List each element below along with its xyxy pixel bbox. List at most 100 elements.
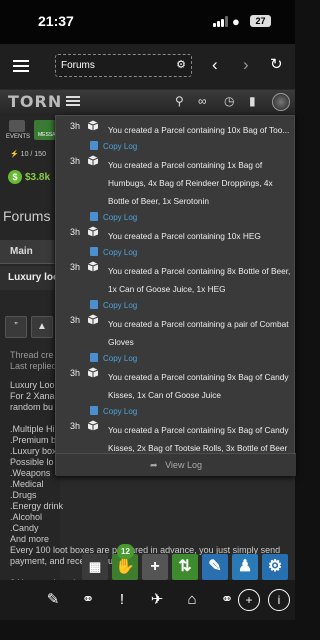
notification-line: Kisses, 1x Can of Goose Juice xyxy=(108,390,221,400)
notification-text: You created a Parcel containing 10x HEG xyxy=(108,227,292,245)
notification-text: You created a Parcel containing 8x Bottl… xyxy=(108,262,292,298)
dollar-icon: $ xyxy=(8,170,22,184)
gear-icon[interactable]: ⚙ xyxy=(176,55,186,76)
home-indicator xyxy=(0,620,295,640)
parcel-icon xyxy=(87,420,99,431)
search-icon[interactable]: ⚲ xyxy=(175,94,184,108)
copy-log-label: Copy Log xyxy=(103,301,138,310)
money-display[interactable]: $ $3.8k xyxy=(8,170,50,184)
wifi-icon: ● xyxy=(232,14,240,29)
copy-log-button[interactable]: Copy Log xyxy=(90,406,137,416)
parcel-icon xyxy=(87,226,99,237)
parcel-icon xyxy=(87,314,99,325)
energy-bar: ⚡ 10 / 150 xyxy=(10,151,46,158)
clock-icon[interactable]: ◷ xyxy=(224,94,234,108)
people-icon[interactable]: ♟ xyxy=(232,554,258,580)
copy-log-button[interactable]: Copy Log xyxy=(90,141,137,151)
settings-icon[interactable]: ⚙ xyxy=(262,554,288,580)
binoculars-icon[interactable]: ∞ xyxy=(198,94,207,108)
home-icon[interactable]: ⌂ xyxy=(181,589,203,611)
notification-line: Humbugs, 4x Bag of Reindeer Droppings, 4… xyxy=(108,178,273,188)
copy-log-button[interactable]: Copy Log xyxy=(90,212,137,222)
torn-menu-icon[interactable] xyxy=(66,96,80,107)
notification-popup: 3h You created a Parcel containing 10x Ba… xyxy=(55,115,296,476)
parcel-icon xyxy=(87,155,99,166)
globe-icon[interactable]: ⚭ xyxy=(77,589,99,611)
url-bar[interactable]: Forums ⚙ xyxy=(55,54,192,77)
copy-log-label: Copy Log xyxy=(103,354,138,363)
events-icon xyxy=(9,120,25,132)
tab-main[interactable]: Main xyxy=(0,240,60,264)
notification-time: 3h xyxy=(70,315,81,325)
globe-2-icon[interactable]: ⚭ xyxy=(216,589,238,611)
notification-line: You created a Parcel containing 10x HEG xyxy=(108,231,261,241)
copy-log-button[interactable]: Copy Log xyxy=(90,300,137,310)
notification-text: You created a Parcel containing 10x Bag … xyxy=(108,121,292,139)
forward-icon[interactable]: › xyxy=(243,56,249,74)
copy-log-button[interactable]: Copy Log xyxy=(90,247,137,257)
notification-time: 3h xyxy=(70,121,81,131)
torn-header: TORN ⚲ ∞ ◷ ▮ xyxy=(0,90,295,116)
view-log-button[interactable]: ➦ View Log xyxy=(56,453,296,476)
messages-label: MESSA xyxy=(38,132,56,138)
notification-time: 3h xyxy=(70,368,81,378)
notification-text: You created a Parcel containing 5x Bag o… xyxy=(108,421,292,457)
events-button[interactable]: EVENTS xyxy=(6,120,31,140)
plus-icon[interactable]: + xyxy=(142,554,168,580)
parcel-icon xyxy=(87,261,99,272)
messages-button[interactable]: MESSA xyxy=(34,120,56,140)
url-text: Forums xyxy=(61,60,95,71)
signal-icon xyxy=(213,16,229,27)
notification-line: 1x Can of Goose Juice, 1x HEG xyxy=(108,284,226,294)
back-icon[interactable]: ‹ xyxy=(212,56,218,74)
post-line: .Medical xyxy=(10,479,44,489)
energy-value: 10 / 150 xyxy=(20,151,46,158)
info-icon[interactable]: i xyxy=(268,589,290,611)
notification-line: You created a Parcel containing 5x Bag o… xyxy=(108,425,289,435)
battery-icon: 27 xyxy=(250,15,271,27)
clock: 21:37 xyxy=(38,13,74,29)
events-label: EVENTS xyxy=(6,134,31,140)
thread-title[interactable]: Luxury loo xyxy=(0,266,60,290)
post-line: .Candy xyxy=(10,523,39,533)
notification-line: You created a Parcel containing 8x Bottl… xyxy=(108,266,291,276)
add-circle-icon[interactable]: + xyxy=(238,589,260,611)
copy-log-label: Copy Log xyxy=(103,248,138,257)
notification-time: 3h xyxy=(70,262,81,272)
refresh-icon[interactable]: ⇅ xyxy=(172,554,198,580)
notification-text: You created a Parcel containing a pair o… xyxy=(108,315,292,351)
post-line: .Drugs xyxy=(10,490,37,500)
copy-icon xyxy=(90,247,98,256)
torn-logo[interactable]: TORN xyxy=(8,92,62,111)
menu-icon[interactable] xyxy=(13,60,29,73)
chat-icon[interactable]: ✎ xyxy=(42,589,64,611)
clipboard-icon[interactable]: ▮ xyxy=(249,94,256,108)
pencil-icon[interactable]: ✎ xyxy=(202,554,228,580)
notification-line: Bottle of Beer, 1x Serotonin xyxy=(108,196,210,206)
avatar[interactable] xyxy=(272,93,290,111)
notification-line: You created a Parcel containing 1x Bag o… xyxy=(108,160,263,170)
forums-heading: Forums xyxy=(3,208,51,224)
warning-icon[interactable]: ▲ xyxy=(31,316,53,338)
copy-log-button[interactable]: Copy Log xyxy=(90,353,137,363)
reload-icon[interactable]: ↻ xyxy=(270,56,283,74)
post-line: And more xyxy=(10,534,50,544)
quote-icon[interactable]: ” xyxy=(5,316,27,338)
city-icon[interactable]: ▦ xyxy=(82,554,108,580)
bottom-bar: ✎ ⚭ ! ✈ ⌂ ⚭ + i xyxy=(0,580,295,620)
plane-icon[interactable]: ✈ xyxy=(146,589,168,611)
copy-icon xyxy=(90,406,98,415)
status-bar: 21:37 ● 27 xyxy=(0,0,295,44)
last-replied: Last replied xyxy=(10,361,57,371)
copy-log-label: Copy Log xyxy=(103,142,138,151)
view-log-label: View Log xyxy=(165,460,202,470)
copy-icon xyxy=(90,212,98,221)
notification-line: You created a Parcel containing 9x Bag o… xyxy=(108,372,289,382)
notification-time: 3h xyxy=(70,156,81,166)
thread-created: Thread cre xyxy=(10,350,54,360)
notification-line: You created a Parcel containing a pair o… xyxy=(108,319,289,329)
copy-icon xyxy=(90,141,98,150)
money-value: $3.8k xyxy=(25,172,51,183)
alert-icon[interactable]: ! xyxy=(111,589,133,611)
copy-icon xyxy=(90,353,98,362)
